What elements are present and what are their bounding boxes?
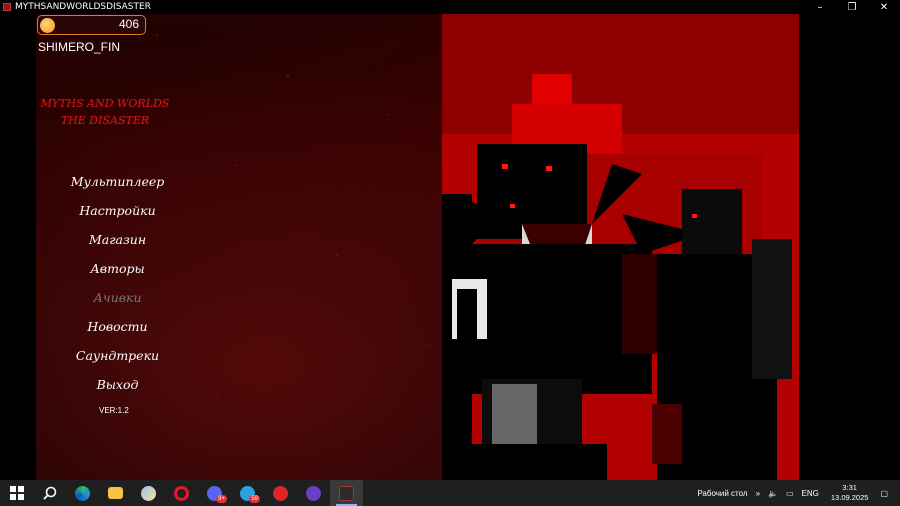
system-tray: Рабочий стол » 🔈 ▭ ENG 3:31 13.09.2025 ▢: [693, 480, 900, 506]
letterbox-left: [0, 14, 36, 480]
menu-item-soundtracks[interactable]: Саундтреки: [45, 346, 190, 375]
taskbar-edge[interactable]: [66, 480, 99, 506]
taskbar-opera[interactable]: [165, 480, 198, 506]
game-logo: MYTHS AND WORLDS THE DISASTER: [40, 95, 170, 129]
notifications-icon[interactable]: ▢: [880, 489, 888, 498]
taskbar-telegram[interactable]: 59: [231, 480, 264, 506]
title-bar: MYTHSANDWORLDSDISASTER – ❐ ✕: [0, 0, 900, 14]
menu-item-shop[interactable]: Магазин: [45, 230, 190, 259]
network-icon[interactable]: ▭: [786, 489, 794, 498]
taskbar-paint[interactable]: [132, 480, 165, 506]
coin-counter: 406: [37, 15, 146, 35]
discord-badge: 9+: [216, 495, 227, 503]
game-app-icon: [339, 485, 354, 501]
menu-item-news[interactable]: Новости: [45, 317, 190, 346]
close-button[interactable]: ✕: [868, 0, 900, 14]
media-player-icon: [273, 485, 288, 501]
coin-icon: [40, 18, 55, 33]
main-menu: Мультиплеер Настройки Магазин Авторы Ачи…: [45, 172, 190, 404]
clock-date: 13.09.2025: [830, 493, 869, 502]
coin-value: 406: [118, 17, 139, 31]
file-explorer-icon: [108, 487, 123, 499]
clock[interactable]: 3:31 13.09.2025: [831, 483, 869, 503]
username: SHIMERO_FIN: [38, 40, 121, 54]
menu-item-multiplayer[interactable]: Мультиплеер: [45, 172, 190, 201]
edge-icon: [75, 485, 90, 501]
window-title: MYTHSANDWORLDSDISASTER: [15, 2, 151, 12]
taskbar-discord[interactable]: 9+: [198, 480, 231, 506]
search-button[interactable]: [33, 480, 66, 506]
letterbox-right: [799, 14, 900, 480]
volume-icon[interactable]: 🔈: [768, 489, 778, 498]
taskbar: 9+ 59 Рабочий стол » 🔈 ▭ ENG 3:31 13.09.…: [0, 480, 900, 506]
menu-item-settings[interactable]: Настройки: [45, 201, 190, 230]
screen: MYTHSANDWORLDSDISASTER – ❐ ✕ 406 SHIMERO…: [0, 0, 900, 506]
paint-icon: [141, 485, 156, 501]
game-launcher-icon: [306, 485, 321, 501]
search-icon: [42, 486, 56, 500]
window-controls: – ❐ ✕: [804, 0, 900, 14]
opera-icon: [174, 485, 189, 501]
app-icon: [3, 3, 11, 11]
desktop-label[interactable]: Рабочий стол: [697, 489, 747, 498]
menu-item-exit[interactable]: Выход: [45, 375, 190, 404]
taskbar-media-player[interactable]: [264, 480, 297, 506]
restore-button[interactable]: ❐: [836, 0, 868, 14]
start-button[interactable]: [0, 480, 33, 506]
taskbar-game-app[interactable]: [330, 480, 363, 506]
menu-item-authors[interactable]: Авторы: [45, 259, 190, 288]
clock-time: 3:31: [842, 483, 857, 492]
telegram-badge: 59: [249, 495, 260, 503]
taskbar-game-launcher[interactable]: [297, 480, 330, 506]
chevron-up-icon[interactable]: »: [756, 489, 760, 498]
logo-line-2: THE DISASTER: [60, 114, 150, 127]
version-label: VER:1.2: [99, 406, 129, 415]
character-artwork: [442, 14, 799, 480]
windows-start-icon: [9, 486, 24, 500]
language-indicator[interactable]: ENG: [802, 489, 819, 498]
logo-line-1: MYTHS AND WORLDS: [40, 97, 170, 110]
taskbar-file-explorer[interactable]: [99, 480, 132, 506]
menu-item-achievements: Ачивки: [93, 290, 142, 305]
minimize-button[interactable]: –: [804, 0, 836, 14]
